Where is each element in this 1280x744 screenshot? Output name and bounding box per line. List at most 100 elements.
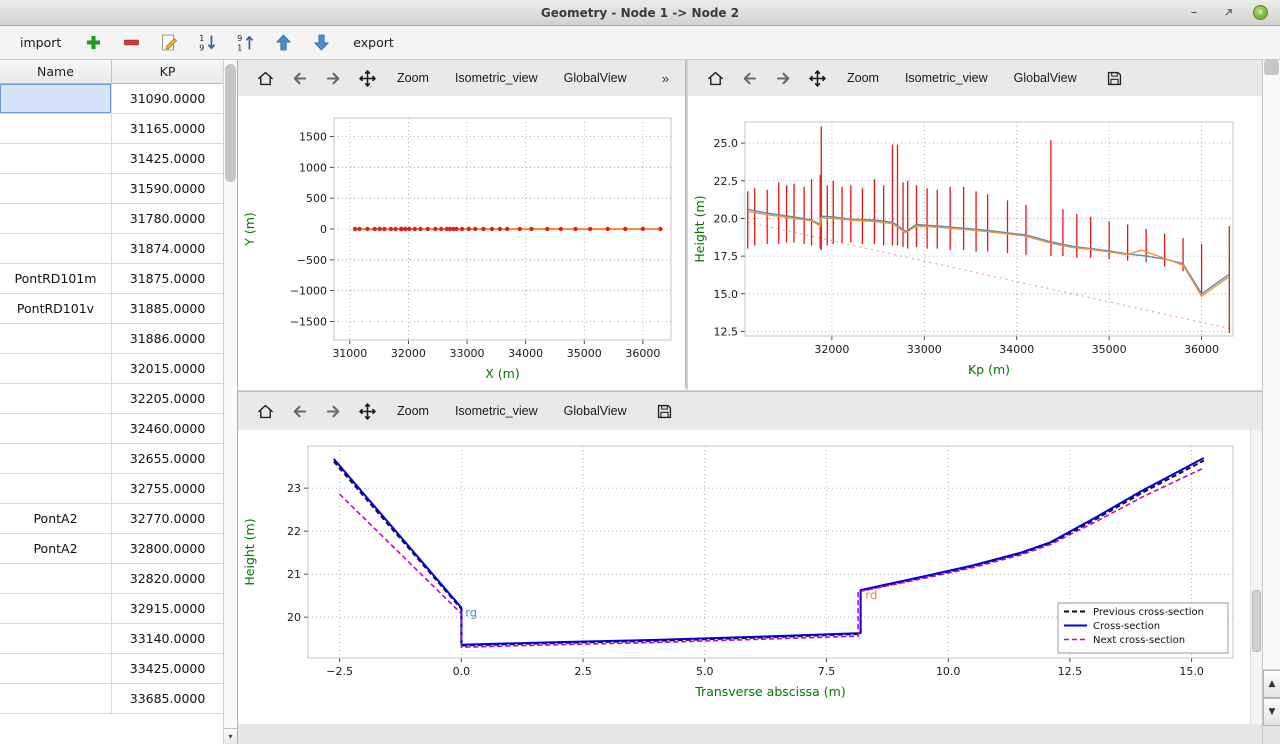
table-row[interactable]: 32205.0000 — [0, 384, 223, 414]
profile-plot-canvas[interactable]: 320003300034000350003600012.515.017.520.… — [688, 96, 1262, 390]
home-button[interactable] — [250, 64, 280, 92]
minimize-button[interactable]: – — [1185, 4, 1203, 22]
cell-name[interactable] — [0, 144, 112, 173]
cell-name[interactable] — [0, 444, 112, 473]
table-row[interactable]: PontA232770.0000 — [0, 504, 223, 534]
isometric-view-button[interactable]: Isometric_view — [444, 399, 549, 423]
table-scrollbar-thumb[interactable] — [225, 64, 236, 182]
cell-kp[interactable]: 32820.0000 — [112, 564, 223, 593]
isometric-view-button[interactable]: Isometric_view — [444, 66, 549, 90]
table-row[interactable]: 32460.0000 — [0, 414, 223, 444]
table-row[interactable]: 32755.0000 — [0, 474, 223, 504]
cell-name[interactable] — [0, 564, 112, 593]
cell-name[interactable] — [0, 354, 112, 383]
remove-row-button[interactable] — [117, 29, 145, 57]
cell-name[interactable] — [0, 654, 112, 683]
cell-kp[interactable]: 31886.0000 — [112, 324, 223, 353]
table-row[interactable]: 31780.0000 — [0, 204, 223, 234]
cell-name[interactable]: PontRD101m — [0, 264, 112, 293]
cell-kp[interactable]: 31165.0000 — [112, 114, 223, 143]
pan-button[interactable] — [802, 64, 832, 92]
cell-name[interactable] — [0, 474, 112, 503]
back-button[interactable] — [284, 397, 314, 425]
table-row[interactable]: 32915.0000 — [0, 594, 223, 624]
move-up-button[interactable] — [269, 29, 297, 57]
global-view-button[interactable]: GlobalView — [553, 66, 638, 90]
table-row[interactable]: PontA232800.0000 — [0, 534, 223, 564]
global-view-button[interactable]: GlobalView — [553, 399, 638, 423]
cell-kp[interactable]: 32800.0000 — [112, 534, 223, 563]
pan-button[interactable] — [352, 397, 382, 425]
column-header-kp[interactable]: KP — [112, 60, 223, 83]
home-button[interactable] — [700, 64, 730, 92]
home-button[interactable] — [250, 397, 280, 425]
window-scrollbar[interactable]: ▲ ▼ — [1262, 60, 1280, 744]
table-row[interactable]: PontRD101v31885.0000 — [0, 294, 223, 324]
cell-name[interactable] — [0, 114, 112, 143]
cell-kp[interactable]: 32755.0000 — [112, 474, 223, 503]
forward-button[interactable] — [318, 64, 348, 92]
cell-name[interactable]: PontA2 — [0, 534, 112, 563]
table-scrollbar[interactable]: ▾ — [223, 60, 237, 744]
move-down-button[interactable] — [307, 29, 335, 57]
cell-name[interactable] — [0, 324, 112, 353]
save-figure-button[interactable] — [1100, 64, 1130, 92]
cell-kp[interactable]: 32655.0000 — [112, 444, 223, 473]
cell-name[interactable] — [0, 624, 112, 653]
cell-name[interactable] — [0, 414, 112, 443]
cell-kp[interactable]: 33685.0000 — [112, 684, 223, 713]
pan-button[interactable] — [352, 64, 382, 92]
forward-button[interactable] — [768, 64, 798, 92]
table-row[interactable]: 32820.0000 — [0, 564, 223, 594]
back-button[interactable] — [734, 64, 764, 92]
cell-kp[interactable]: 31425.0000 — [112, 144, 223, 173]
cell-kp[interactable]: 32205.0000 — [112, 384, 223, 413]
cell-name[interactable] — [0, 684, 112, 713]
cell-name[interactable] — [0, 234, 112, 263]
cell-kp[interactable]: 31885.0000 — [112, 294, 223, 323]
cell-name[interactable] — [0, 84, 112, 113]
zoom-button[interactable]: Zoom — [836, 66, 890, 90]
table-scrollbar-track[interactable] — [224, 60, 237, 728]
table-row[interactable]: 32655.0000 — [0, 444, 223, 474]
cross-section-plot-canvas[interactable]: −2.50.02.55.07.510.012.515.020212223rgrd… — [238, 430, 1250, 724]
add-row-button[interactable] — [79, 29, 107, 57]
titlebar[interactable]: Geometry - Node 1 -> Node 2 – — [0, 0, 1280, 26]
cell-name[interactable]: PontRD101v — [0, 294, 112, 323]
table-row[interactable]: 31090.0000 — [0, 84, 223, 114]
cell-name[interactable] — [0, 384, 112, 413]
cell-kp[interactable]: 31874.0000 — [112, 234, 223, 263]
cell-name[interactable] — [0, 204, 112, 233]
sort-descending-button[interactable] — [193, 29, 221, 57]
scroll-up-button[interactable]: ▲ — [1263, 670, 1280, 698]
table-row[interactable]: 32015.0000 — [0, 354, 223, 384]
table-row[interactable]: 33425.0000 — [0, 654, 223, 684]
cross-section-scrollbar-thumb[interactable] — [1252, 590, 1261, 652]
xy-plot-canvas[interactable]: 310003200033000340003500036000−1500−1000… — [238, 96, 685, 390]
cell-name[interactable] — [0, 594, 112, 623]
cell-name[interactable]: PontA2 — [0, 504, 112, 533]
table-scroll-down-button[interactable]: ▾ — [224, 728, 237, 744]
global-view-button[interactable]: GlobalView — [1003, 66, 1088, 90]
table-row[interactable]: 31874.0000 — [0, 234, 223, 264]
export-button[interactable]: export — [345, 31, 402, 54]
cell-kp[interactable]: 33425.0000 — [112, 654, 223, 683]
table-row[interactable]: 33140.0000 — [0, 624, 223, 654]
cell-kp[interactable]: 32015.0000 — [112, 354, 223, 383]
cell-kp[interactable]: 32915.0000 — [112, 594, 223, 623]
cell-kp[interactable]: 31590.0000 — [112, 174, 223, 203]
restore-button[interactable] — [1219, 4, 1237, 22]
sort-ascending-button[interactable] — [231, 29, 259, 57]
window-scrollbar-track[interactable] — [1263, 60, 1280, 670]
forward-button[interactable] — [318, 397, 348, 425]
table-row[interactable]: 33685.0000 — [0, 684, 223, 714]
cell-kp[interactable]: 32460.0000 — [112, 414, 223, 443]
window-scrollbar-thumb[interactable] — [1264, 60, 1279, 75]
import-button[interactable]: import — [12, 31, 69, 54]
column-header-name[interactable]: Name — [0, 60, 112, 83]
cell-kp[interactable]: 33140.0000 — [112, 624, 223, 653]
cell-kp[interactable]: 31875.0000 — [112, 264, 223, 293]
close-button[interactable] — [1253, 5, 1268, 20]
isometric-view-button[interactable]: Isometric_view — [894, 66, 999, 90]
back-button[interactable] — [284, 64, 314, 92]
